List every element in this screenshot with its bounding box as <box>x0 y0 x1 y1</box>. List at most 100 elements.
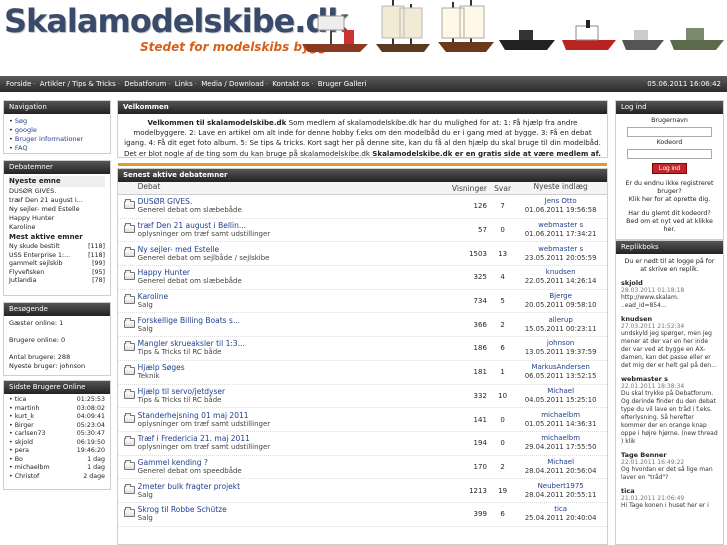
password-input[interactable] <box>627 149 712 159</box>
last-user-row[interactable]: • martinh 03:08:02 <box>9 405 105 414</box>
topic-title[interactable]: Hjælp Søges <box>138 363 450 372</box>
newest-topic[interactable]: Happy Hunter <box>9 214 105 223</box>
nav-artikler[interactable]: Artikler / Tips & Tricks <box>40 80 116 88</box>
topic-title[interactable]: Forskellige Billing Boats s... <box>138 316 450 325</box>
last-post-user[interactable]: Neubert1975 <box>514 482 607 491</box>
reply-login-notice: Du er nødt til at logge på for at skrive… <box>624 258 715 273</box>
users-online: Brugere online: 0 <box>9 336 66 344</box>
active-topic[interactable]: Flyvefisken [95] <box>9 269 105 278</box>
last-post-user[interactable]: michaelbm <box>514 411 607 420</box>
reply-user[interactable]: knudsen <box>621 315 718 323</box>
last-post-user[interactable]: webmaster s <box>514 221 607 230</box>
topic-row[interactable]: Karoline Salg 734 5 Bjerge 20.05.2011 09:58:1… <box>118 290 607 314</box>
reply-user[interactable]: tica <box>621 487 718 495</box>
debate-title: Debatemner <box>4 161 110 174</box>
topic-row[interactable]: Træf i Fredericia 21. maj 2011 oplysninge… <box>118 432 607 456</box>
last-user-row[interactable]: • tica 01:25:53 <box>9 396 105 405</box>
reply-item: Tage Benner 22.01.2011 16:49:22 Og hvordan… <box>621 451 718 482</box>
nav-debatforum[interactable]: Debatforum <box>124 80 166 88</box>
folder-icon <box>124 270 135 281</box>
last-user-row[interactable]: • carlsen73 05:30:47 <box>9 430 105 439</box>
topic-row[interactable]: Standerhejsning 01 maj 2011 oplysninger o… <box>118 408 607 432</box>
last-user-row[interactable]: • kurt_k 04:09:41 <box>9 413 105 422</box>
last-user-row[interactable]: • skjold 06:19:50 <box>9 439 105 448</box>
last-post-user[interactable]: johnson <box>514 339 607 348</box>
nav-link-sog[interactable]: • Søg <box>9 117 105 126</box>
nav-link-brugerinfo[interactable]: • Bruger informationer <box>9 135 105 144</box>
topic-views: 325 <box>473 273 487 282</box>
register-link[interactable]: Klik her for at oprette dig. <box>621 196 718 204</box>
username-input[interactable] <box>627 127 712 137</box>
active-topic[interactable]: USS Enterprise 1:... [118] <box>9 252 105 261</box>
reply-date: 21.01.2011 21:06:49 <box>621 495 685 502</box>
topic-row[interactable]: Gammel kending ? Generel debat om speedbå… <box>118 456 607 480</box>
reply-user[interactable]: webmaster s <box>621 375 718 383</box>
newest-topic[interactable]: træf Den 21 august i... <box>9 196 105 205</box>
topic-row[interactable]: Hjælp Søges Teknik 181 1 MarkusAndersen 06.05… <box>118 361 607 385</box>
topic-views: 186 <box>473 344 487 353</box>
last-post-user[interactable]: knudsen <box>514 268 607 277</box>
topic-title[interactable]: Ny sejler- med Estelle <box>138 245 450 254</box>
nav-forside[interactable]: Forside <box>6 80 31 88</box>
last-post-user[interactable]: webmaster s <box>514 245 607 254</box>
topic-title[interactable]: Gammel kending ? <box>138 458 450 467</box>
topic-title[interactable]: DUSØR GIVES. <box>138 197 450 206</box>
reply-user[interactable]: Tage Benner <box>621 451 718 459</box>
topic-row[interactable]: Ny sejler- med Estelle Generel debat om s… <box>118 242 607 267</box>
topic-title[interactable]: Standerhejsning 01 maj 2011 <box>138 411 450 420</box>
last-post-user[interactable]: Jens Otto <box>514 197 607 206</box>
last-post-user[interactable]: Michael <box>514 458 607 467</box>
site-logo[interactable]: Skalamodelskibe.dk <box>4 2 349 40</box>
reply-date: 22.01.2011 18:38:34 <box>621 383 685 390</box>
topic-title[interactable]: 2meter bulk fragter projekt <box>138 482 450 491</box>
topic-row[interactable]: træf Den 21 august i Bellin... oplysninge… <box>118 219 607 243</box>
topic-row[interactable]: Skrog til Robbe Schütze Salg 399 6 tica 25.04… <box>118 503 607 527</box>
topic-row[interactable]: Mangler skrueaksler til 1:3... Tips & Tri… <box>118 337 607 361</box>
last-post-user[interactable]: Bjerge <box>514 292 607 301</box>
newest-topic[interactable]: Ny sejler- med Estelle <box>9 205 105 214</box>
reply-user[interactable]: skjold <box>621 279 718 287</box>
last-post-date: 22.05.2011 14:26:14 <box>524 277 597 286</box>
active-topic[interactable]: Ny skude bestilt [118] <box>9 243 105 252</box>
last-post-user[interactable]: MarkusAndersen <box>514 363 607 372</box>
topic-row[interactable]: DUSØR GIVES. Generel debat om slæbebåde 12… <box>118 195 607 219</box>
last-post-date: 15.05.2011 00:23:11 <box>524 324 597 333</box>
newest-topic[interactable]: DUSØR GIVES. <box>9 187 105 196</box>
last-post-user[interactable]: tica <box>514 505 607 514</box>
topic-row[interactable]: Forskellige Billing Boats s... Salg 366 2 al… <box>118 313 607 338</box>
nav-link-google[interactable]: • google <box>9 126 105 135</box>
last-user-row[interactable]: • pera 19:46:20 <box>9 447 105 456</box>
topic-row[interactable]: Hjælp til servo/jetdyser Tips & Tricks ti… <box>118 385 607 409</box>
topic-title[interactable]: Træf i Fredericia 21. maj 2011 <box>138 434 450 443</box>
topic-title[interactable]: Skrog til Robbe Schütze <box>138 505 450 514</box>
last-user-row[interactable]: • Christof 2 dage <box>9 473 105 482</box>
topic-replies: 6 <box>500 510 505 519</box>
nav-media[interactable]: Media / Download <box>201 80 264 88</box>
header-views: Visninger <box>451 184 487 193</box>
last-user-row[interactable]: • michaelbm 1 dag <box>9 464 105 473</box>
topic-views: 141 <box>473 415 487 424</box>
last-post-user[interactable]: michaelbm <box>514 434 607 443</box>
nav-kontakt[interactable]: Kontakt os <box>272 80 309 88</box>
nav-link-faq[interactable]: • FAQ <box>9 144 105 153</box>
header-last-post: Nyeste indlæg <box>533 182 588 191</box>
topic-row[interactable]: Happy Hunter Generel debat om slæbebåde 32… <box>118 266 607 290</box>
newest-topic[interactable]: Karoline <box>9 223 105 232</box>
last-user-row[interactable]: • Bo 1 dag <box>9 456 105 465</box>
topic-row[interactable]: 2meter bulk fragter projekt Salg 1213 19 Neu… <box>118 479 607 503</box>
nav-links[interactable]: Links <box>175 80 193 88</box>
last-user-row[interactable]: • Birger 05:23:04 <box>9 422 105 431</box>
active-topic[interactable]: gammelt sejlskib [99] <box>9 260 105 269</box>
reply-text: Og hvordan er det så lige man laver en "… <box>621 466 713 481</box>
topic-title[interactable]: Karoline <box>138 292 450 301</box>
login-button[interactable]: Log ind <box>651 163 688 174</box>
active-topic[interactable]: Jutlandia [78] <box>9 277 105 286</box>
nav-galleri[interactable]: Bruger Galleri <box>318 80 367 88</box>
forgot-link[interactable]: Bed om et nyt ved at klikke her. <box>621 218 718 234</box>
ship-image-6 <box>622 30 664 50</box>
topic-title[interactable]: Hjælp til servo/jetdyser <box>138 387 450 396</box>
reply-box: Replikboks Du er nødt til at logge på fo… <box>615 240 724 545</box>
topic-title[interactable]: træf Den 21 august i Bellin... <box>138 221 450 230</box>
last-post-user[interactable]: Michael <box>514 387 607 396</box>
last-post-user[interactable]: allerup <box>514 316 607 325</box>
